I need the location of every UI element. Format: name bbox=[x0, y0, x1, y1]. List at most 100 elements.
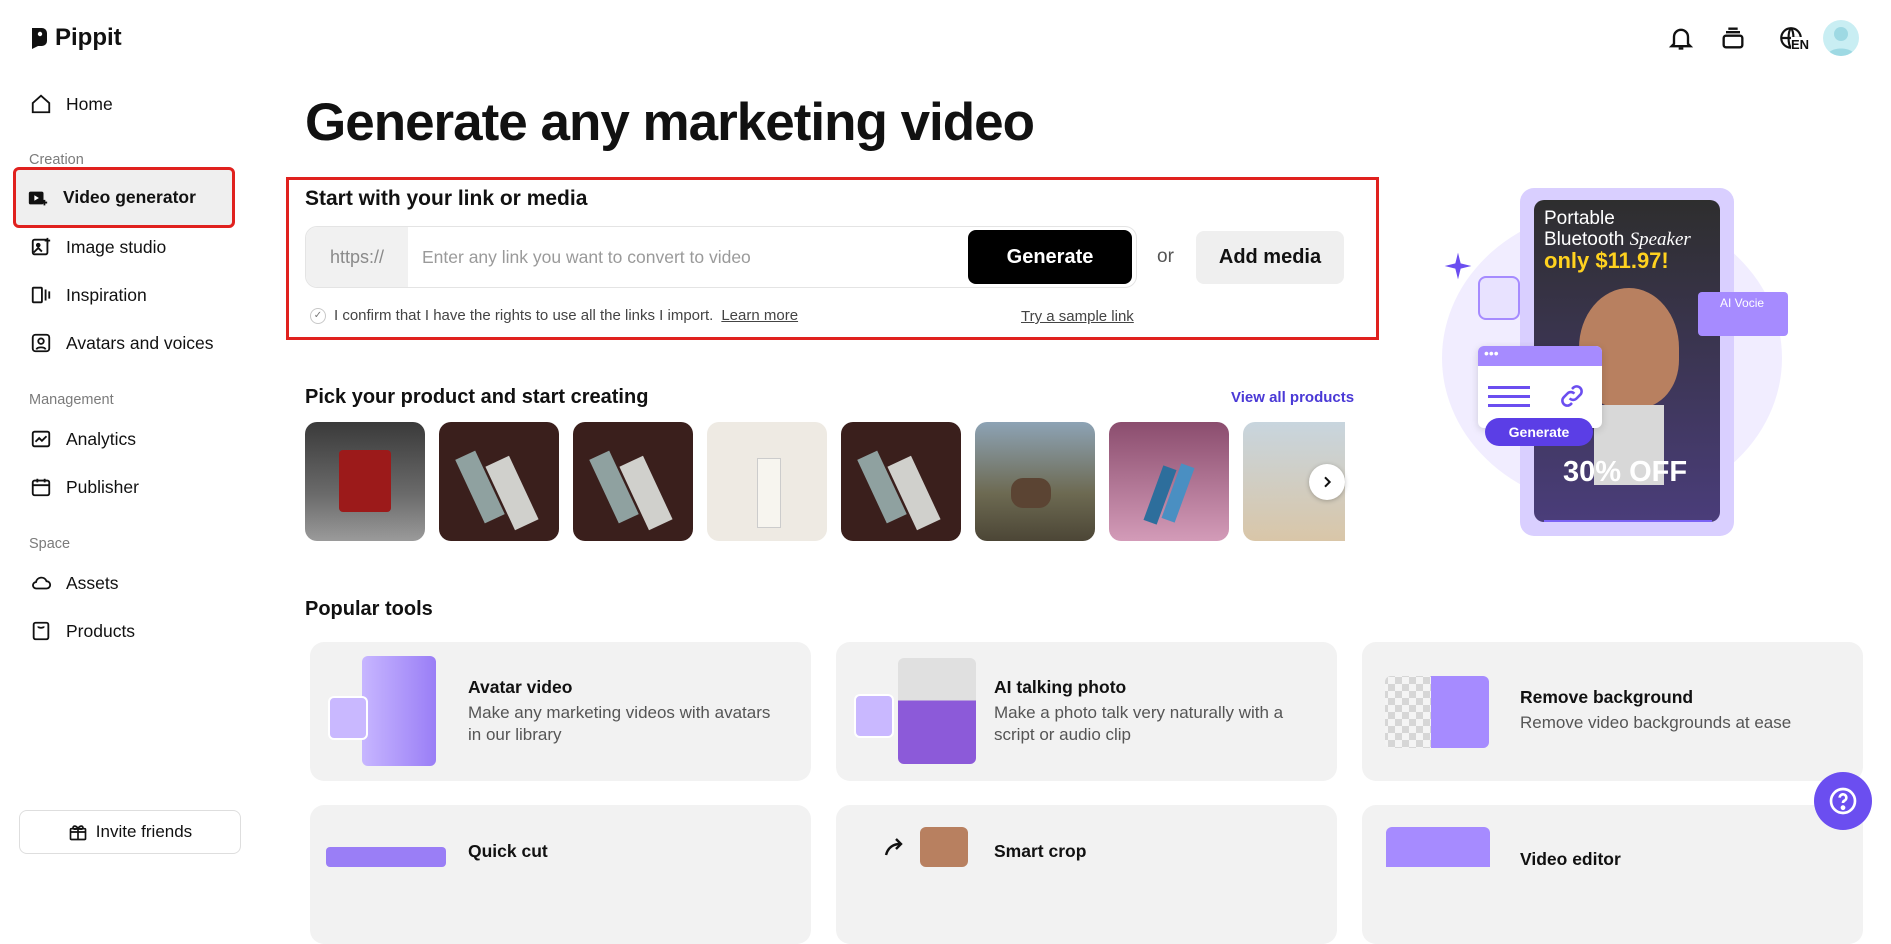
or-label: or bbox=[1157, 246, 1174, 267]
sidebar-item-label: Image studio bbox=[66, 236, 167, 257]
calendar-icon bbox=[31, 478, 51, 497]
chevron-right-icon bbox=[1324, 476, 1332, 488]
tool-title: Video editor bbox=[1520, 849, 1621, 869]
notifications-button[interactable] bbox=[1665, 22, 1697, 54]
image-studio-icon bbox=[31, 237, 51, 256]
sidebar-item-products[interactable]: Products bbox=[18, 608, 234, 654]
help-icon bbox=[1829, 787, 1857, 815]
product-thumbnail-boots[interactable] bbox=[975, 422, 1095, 541]
talking-photo-thumbnail bbox=[854, 656, 976, 768]
product-thumbnail-serum-2[interactable] bbox=[573, 422, 693, 541]
tool-card-avatar-video[interactable]: Avatar video Make any marketing videos w… bbox=[310, 642, 811, 781]
headphones-thumb bbox=[1478, 276, 1520, 320]
sidebar-item-avatars-voices[interactable]: Avatars and voices bbox=[18, 320, 234, 366]
confirm-checkbox[interactable]: ✓ bbox=[310, 307, 326, 324]
app-logo[interactable]: Pippit bbox=[29, 24, 122, 52]
sidebar-item-video-generator[interactable]: Video generator bbox=[13, 167, 235, 228]
sidebar-item-analytics[interactable]: Analytics bbox=[18, 416, 234, 462]
product-thumbnail-bottles[interactable] bbox=[1109, 422, 1229, 541]
avatar-video-thumbnail bbox=[328, 656, 438, 768]
sidebar-item-label: Avatars and voices bbox=[66, 332, 214, 353]
thumbnails-next-button[interactable] bbox=[1309, 464, 1345, 500]
rights-confirmation: ✓ I confirm that I have the rights to us… bbox=[310, 307, 798, 324]
user-icon bbox=[1827, 27, 1855, 56]
tool-description: Make any marketing videos with avatars i… bbox=[468, 703, 771, 744]
promo-line1: Portable bbox=[1544, 208, 1615, 229]
add-media-button[interactable]: Add media bbox=[1196, 231, 1344, 284]
sample-link[interactable]: Try a sample link bbox=[1021, 308, 1134, 325]
link-section-title: Start with your link or media bbox=[305, 187, 588, 210]
inspiration-icon bbox=[31, 286, 51, 304]
link-input-group: https:// Generate bbox=[305, 226, 1137, 288]
product-thumbnail-serum[interactable] bbox=[439, 422, 559, 541]
sidebar-item-publisher[interactable]: Publisher bbox=[18, 464, 234, 510]
learn-more-link[interactable]: Learn more bbox=[721, 307, 798, 324]
section-label-management: Management bbox=[29, 392, 114, 408]
layers-icon bbox=[1722, 27, 1744, 49]
tool-title: Remove background bbox=[1520, 687, 1694, 707]
share-arrow-icon bbox=[884, 838, 903, 856]
tool-description: Remove video backgrounds at ease bbox=[1520, 713, 1792, 732]
section-label-creation: Creation bbox=[29, 152, 84, 168]
tool-card-video-editor[interactable]: Video editor bbox=[1362, 805, 1863, 944]
sidebar-item-home[interactable]: Home bbox=[18, 81, 234, 127]
promo-line2: Bluetooth Speaker bbox=[1544, 229, 1691, 250]
language-label: EN bbox=[1791, 37, 1810, 52]
sidebar-item-assets[interactable]: Assets bbox=[18, 560, 234, 606]
tool-card-ai-talking-photo[interactable]: AI talking photo Make a photo talk very … bbox=[836, 642, 1337, 781]
promo-discount: 30% OFF bbox=[1563, 456, 1688, 488]
promo-price: only $11.97! bbox=[1544, 248, 1669, 273]
tool-title: Avatar video bbox=[468, 677, 573, 697]
app-name: Pippit bbox=[55, 24, 122, 51]
link-icon bbox=[1561, 385, 1583, 407]
sidebar-item-label: Analytics bbox=[66, 428, 137, 449]
analytics-icon bbox=[31, 430, 51, 448]
help-button[interactable] bbox=[1814, 772, 1872, 830]
promo-generate-button: Generate bbox=[1485, 418, 1593, 446]
sidebar-item-label: Products bbox=[66, 620, 136, 641]
tool-card-remove-background[interactable]: Remove background Remove video backgroun… bbox=[1362, 642, 1863, 781]
video-generator-icon bbox=[28, 191, 48, 205]
tool-title: Smart crop bbox=[994, 841, 1087, 861]
confirm-text: I confirm that I have the rights to use … bbox=[334, 307, 714, 324]
sidebar-item-inspiration[interactable]: Inspiration bbox=[18, 272, 234, 318]
section-label-space: Space bbox=[29, 536, 71, 552]
sparkle-icon bbox=[1444, 252, 1472, 280]
invite-label: Invite friends bbox=[95, 822, 193, 841]
sidebar-item-label: Video generator bbox=[63, 187, 196, 207]
sidebar-item-label: Inspiration bbox=[66, 284, 147, 305]
bell-icon bbox=[1668, 28, 1694, 50]
tool-title: AI talking photo bbox=[994, 677, 1127, 697]
product-thumbnail-lotion[interactable] bbox=[707, 422, 827, 541]
tool-card-quick-cut[interactable]: Quick cut bbox=[310, 805, 811, 944]
avatar-icon bbox=[31, 333, 51, 353]
language-button[interactable]: EN bbox=[1771, 22, 1811, 54]
tool-card-smart-crop[interactable]: Smart crop bbox=[836, 805, 1337, 944]
sidebar-item-image-studio[interactable]: Image studio bbox=[18, 224, 234, 270]
subscription-button[interactable] bbox=[1717, 22, 1749, 54]
popular-tools-title: Popular tools bbox=[305, 598, 433, 620]
product-section-title: Pick your product and start creating bbox=[305, 386, 649, 408]
invite-friends-button[interactable]: Invite friends bbox=[19, 810, 241, 854]
product-thumbnails bbox=[305, 422, 1345, 542]
promo-illustration: Portable Bluetooth Speaker only $11.97! … bbox=[1442, 188, 1792, 538]
sidebar-item-label: Home bbox=[66, 93, 113, 114]
gift-icon bbox=[69, 825, 87, 841]
cloud-icon bbox=[32, 576, 52, 590]
user-avatar[interactable] bbox=[1823, 20, 1859, 56]
product-thumbnail-serum-3[interactable] bbox=[841, 422, 961, 541]
product-box-icon bbox=[32, 621, 50, 641]
link-input[interactable] bbox=[408, 227, 968, 287]
remove-bg-thumbnail bbox=[1385, 676, 1489, 748]
sidebar-item-label: Assets bbox=[66, 572, 119, 593]
home-icon bbox=[31, 94, 51, 114]
generate-button[interactable]: Generate bbox=[968, 230, 1132, 284]
tool-title: Quick cut bbox=[468, 841, 548, 861]
page-title: Generate any marketing video bbox=[305, 93, 1035, 152]
pippit-logo-icon bbox=[32, 28, 47, 49]
view-all-products-link[interactable]: View all products bbox=[1231, 389, 1354, 406]
ai-voice-badge: AI Vocie bbox=[1698, 292, 1788, 336]
product-thumbnail-perfume[interactable] bbox=[305, 422, 425, 541]
sidebar-item-label: Publisher bbox=[66, 476, 139, 497]
url-prefix: https:// bbox=[306, 227, 408, 287]
